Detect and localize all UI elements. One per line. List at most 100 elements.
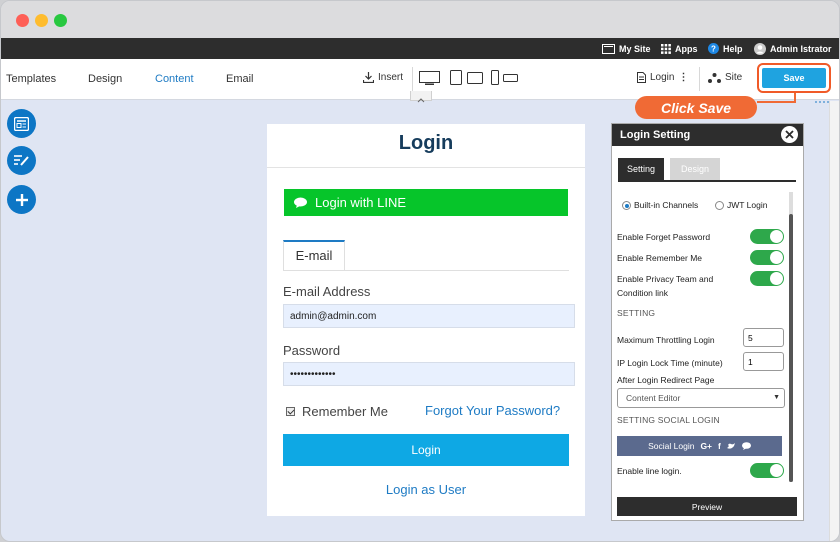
login-setting-panel: Login Setting Setting Design Built-in Ch… [611, 123, 804, 521]
panel-tab-divider [618, 180, 796, 182]
remember-me-label: Enable Remember Me [617, 253, 703, 263]
social-login-button[interactable]: Social Login G+ f [617, 436, 782, 456]
forget-password-toggle[interactable] [750, 229, 784, 244]
panel-scrollbar-thumb[interactable] [789, 214, 793, 482]
line-button-label: Login with LINE [315, 195, 407, 210]
layout-panel-button[interactable] [7, 109, 36, 138]
toolbar-divider [412, 67, 413, 91]
maximize-window-button[interactable] [54, 14, 67, 27]
user-name: Admin Istrator [770, 43, 832, 54]
edit-content-button[interactable] [7, 146, 36, 175]
desktop-view-icon[interactable] [419, 71, 441, 86]
insert-label: Insert [378, 72, 404, 83]
password-input[interactable]: ••••••••••••• [283, 362, 575, 386]
radio-builtin[interactable] [622, 201, 631, 211]
plus-icon [15, 193, 28, 206]
apps-label: Apps [675, 43, 698, 54]
panel-tab-setting[interactable]: Setting [618, 158, 664, 180]
tablet-view-icon[interactable] [450, 70, 484, 85]
radio-jwt-label: JWT Login [727, 200, 768, 210]
help-icon: ? [708, 43, 719, 54]
panel-tab-design[interactable]: Design [670, 158, 720, 180]
radio-builtin-label: Built-in Channels [634, 200, 699, 210]
toolbar-divider [699, 67, 700, 91]
close-window-button[interactable] [16, 14, 29, 27]
tab-design[interactable]: Design [88, 73, 122, 85]
forgot-password-link[interactable]: Forgot Your Password? [425, 403, 560, 418]
redirect-label: After Login Redirect Page [617, 375, 715, 385]
download-icon [363, 72, 374, 83]
window-titlebar [1, 1, 839, 38]
collapse-toolbar-toggle[interactable] [410, 91, 432, 103]
radio-builtin-channels[interactable]: Built-in Channels [622, 200, 699, 211]
page-layout-icon [14, 116, 29, 131]
insert-button[interactable]: Insert [363, 72, 403, 83]
apps-link[interactable]: Apps [661, 38, 698, 59]
twitter-icon [726, 443, 735, 449]
social-login-label: Social Login [648, 441, 695, 451]
max-throttling-label: Maximum Throttling Login [617, 335, 715, 345]
lock-time-label: IP Login Lock Time (minute) [617, 358, 723, 368]
title-divider [267, 167, 585, 168]
chat-bubble-icon [741, 442, 751, 450]
section-social-login: SETTING SOCIAL LOGIN [617, 415, 720, 425]
monitor-icon [602, 43, 615, 54]
login-submit-button[interactable]: Login [283, 434, 569, 466]
close-icon [785, 130, 794, 139]
privacy-toggle[interactable] [750, 271, 784, 286]
email-label: E-mail Address [283, 284, 371, 299]
tab-email[interactable]: Email [226, 73, 254, 85]
sitemap-icon [708, 72, 721, 83]
login-page-selector[interactable]: Login ⋮ [637, 72, 688, 83]
lock-time-input[interactable]: 1 [743, 352, 784, 371]
panel-close-button[interactable] [781, 126, 798, 143]
login-as-user-link[interactable]: Login as User [267, 482, 585, 497]
minimize-window-button[interactable] [35, 14, 48, 27]
redirect-value: Content Editor [626, 393, 681, 403]
caret-down-icon: ▼ [773, 394, 780, 401]
remember-me[interactable]: Remember Me [286, 404, 388, 419]
google-plus-icon: G+ [700, 441, 713, 451]
user-menu[interactable]: Admin Istrator [754, 38, 832, 59]
svg-text:?: ? [711, 45, 716, 54]
redirect-select[interactable]: Content Editor ▼ [617, 388, 785, 408]
add-element-button[interactable] [7, 185, 36, 214]
remember-me-toggle[interactable] [750, 250, 784, 265]
max-throttling-input[interactable]: 5 [743, 328, 784, 347]
password-label: Password [283, 343, 341, 358]
section-setting: SETTING [617, 308, 656, 318]
radio-jwt[interactable] [715, 201, 724, 211]
help-link[interactable]: ? Help [708, 38, 743, 59]
privacy-label-line1: Enable Privacy Team and [617, 274, 714, 284]
login-title: Login [398, 132, 454, 154]
tab-content[interactable]: Content [155, 73, 194, 85]
facebook-icon: f [718, 441, 721, 451]
edit-text-icon [14, 155, 29, 166]
line-login-toggle[interactable] [750, 463, 784, 478]
more-vertical-icon[interactable]: ⋮ [678, 72, 688, 83]
save-highlight: Save [757, 63, 831, 93]
panel-title: Login Setting [620, 129, 691, 141]
email-input[interactable]: admin@admin.com [283, 304, 575, 328]
login-label: Login [650, 72, 675, 83]
click-save-callout: Click Save [635, 96, 757, 119]
tab-templates[interactable]: Templates [6, 73, 56, 85]
preview-button[interactable]: Preview [617, 497, 797, 516]
mobile-view-icon[interactable] [491, 70, 521, 85]
save-button[interactable]: Save [762, 68, 826, 88]
privacy-label-line2: Condition link [617, 288, 669, 298]
tab-email-login[interactable]: E-mail [283, 240, 345, 270]
document-icon [637, 72, 646, 83]
panel-header: Login Setting [612, 124, 803, 146]
login-with-line-button[interactable]: Login with LINE [284, 189, 568, 216]
line-login-label: Enable line login. [617, 466, 682, 476]
radio-jwt-login[interactable]: JWT Login [715, 200, 768, 211]
site-button[interactable]: Site [708, 72, 742, 83]
top-navigation-bar: My Site Apps ? Help Admin Istrator [1, 38, 839, 59]
chat-bubble-icon [294, 197, 307, 208]
login-preview-card: Login Login with LINE E-mail E-mail Addr… [267, 124, 585, 516]
remember-checkbox[interactable] [286, 407, 295, 416]
my-site-link[interactable]: My Site [602, 38, 651, 59]
main-scrollbar[interactable] [829, 101, 839, 541]
panel-scrollbar[interactable] [789, 192, 793, 482]
